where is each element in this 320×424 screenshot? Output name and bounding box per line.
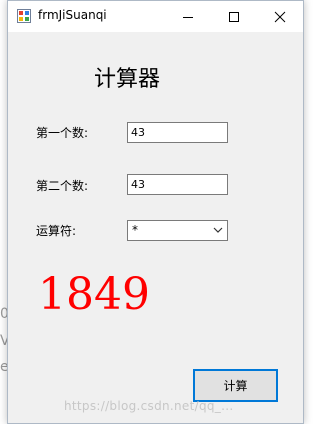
second-number-input[interactable] xyxy=(127,174,228,195)
close-icon xyxy=(274,11,286,22)
maximize-icon xyxy=(229,11,239,22)
result-value: 1849 xyxy=(38,269,150,320)
calculator-window: frmJiSuanqi 计算器 第一个数: 第二个数: 运算符: * 1849 xyxy=(7,0,304,424)
first-number-label: 第一个数: xyxy=(36,126,89,140)
maximize-button[interactable] xyxy=(211,1,257,32)
app-icon xyxy=(17,9,31,23)
close-button[interactable] xyxy=(257,1,303,32)
minimize-icon xyxy=(183,16,193,18)
first-number-input[interactable] xyxy=(127,122,228,143)
chevron-down-icon[interactable] xyxy=(213,226,223,234)
operator-selected-value: * xyxy=(132,223,138,237)
calculate-button[interactable]: 计算 xyxy=(193,369,278,402)
watermark: https://blog.csdn.net/qq_... xyxy=(64,399,234,413)
window-title: frmJiSuanqi xyxy=(38,8,107,22)
operator-label: 运算符: xyxy=(36,224,77,238)
title-bar[interactable]: frmJiSuanqi xyxy=(8,1,303,32)
operator-select[interactable]: * xyxy=(127,220,228,241)
second-number-label: 第二个数: xyxy=(36,179,89,193)
calculator-heading: 计算器 xyxy=(94,67,161,92)
minimize-button[interactable] xyxy=(165,1,211,32)
